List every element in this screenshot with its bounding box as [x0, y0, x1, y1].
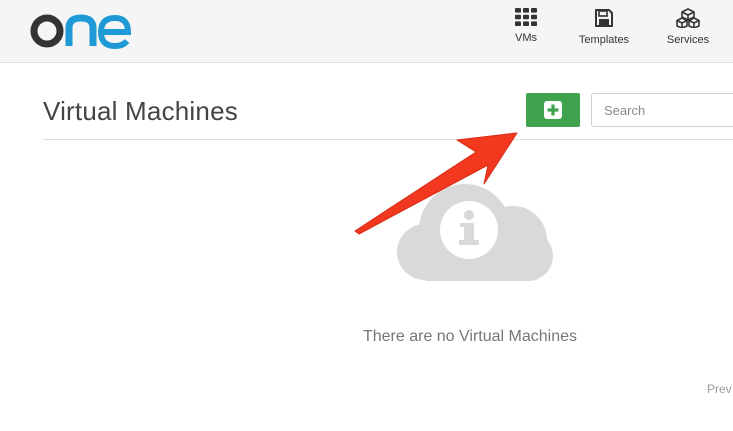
one-logo[interactable]: [30, 10, 136, 50]
nav-vms-label: VMs: [515, 32, 537, 44]
nav-templates-label: Templates: [578, 34, 630, 46]
top-bar: VMs Templates Services: [0, 0, 733, 63]
annotation-arrow: [354, 132, 518, 235]
title-divider: [43, 139, 733, 140]
nav-services-label: Services: [666, 34, 710, 46]
plus-square-icon: [544, 101, 562, 119]
nav-services[interactable]: Services: [664, 8, 712, 56]
nav-templates[interactable]: Templates: [574, 8, 634, 56]
nav-vms[interactable]: VMs: [508, 8, 544, 56]
info-cloud-icon: [397, 184, 553, 281]
cubes-icon: [676, 8, 700, 28]
pagination-prev[interactable]: Prev: [707, 382, 732, 396]
grid-icon: [515, 8, 537, 26]
save-icon: [595, 9, 613, 27]
empty-state-message: There are no Virtual Machines: [362, 328, 578, 345]
page-title: Virtual Machines: [43, 96, 238, 126]
search-input[interactable]: [591, 93, 733, 127]
add-vm-button[interactable]: [526, 93, 580, 127]
